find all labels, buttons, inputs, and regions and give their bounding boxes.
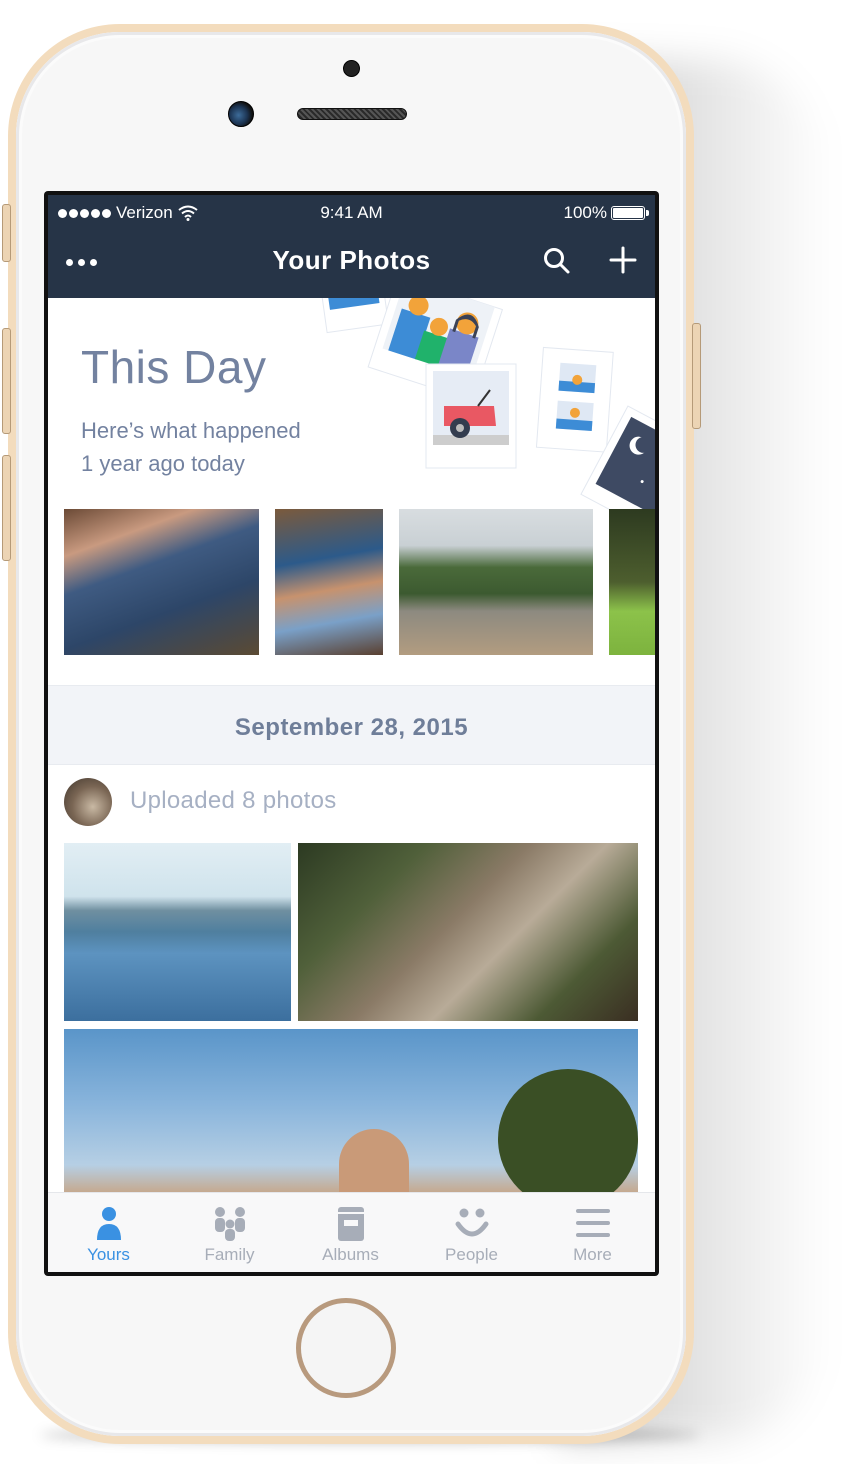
this-day-title: This Day — [81, 341, 267, 393]
thumbnail-photo[interactable] — [399, 509, 593, 655]
smile-icon — [455, 1208, 488, 1237]
subtitle-line-2: 1 year ago today — [81, 451, 245, 476]
polaroids-illustration — [319, 298, 655, 518]
home-button[interactable] — [296, 1298, 396, 1398]
tab-label: Family — [204, 1245, 255, 1264]
dome-shape — [339, 1129, 409, 1199]
tab-label: More — [573, 1245, 612, 1264]
tab-people[interactable]: People — [411, 1193, 532, 1272]
thumbnail-photo[interactable] — [609, 509, 655, 655]
feed-photo[interactable] — [298, 843, 638, 1021]
nav-bar: Your Photos — [48, 239, 655, 287]
menu-icon — [575, 1209, 610, 1237]
battery-icon — [611, 206, 649, 220]
upload-summary-text: Uploaded 8 photos — [130, 787, 337, 814]
tab-label: People — [445, 1245, 498, 1264]
subtitle-line-1: Here’s what happened — [81, 418, 301, 443]
search-icon[interactable] — [542, 246, 572, 276]
tab-label: Albums — [322, 1245, 379, 1264]
date-header-text: September 28, 2015 — [234, 714, 469, 741]
thumbnail-photo[interactable] — [64, 509, 259, 655]
volume-up-button — [2, 328, 11, 434]
this-day-card[interactable]: This Day Here’s what happened 1 year ago… — [48, 298, 655, 688]
feed-photo[interactable] — [64, 1029, 638, 1199]
tab-yours[interactable]: Yours — [48, 1193, 169, 1272]
mute-switch — [2, 204, 11, 262]
front-camera-icon — [228, 101, 254, 127]
proximity-sensor — [343, 60, 360, 77]
status-bar: Verizon 9:41 AM 100% — [48, 203, 655, 225]
this-day-thumbnails — [64, 509, 655, 655]
date-header: September 28, 2015 — [48, 685, 655, 765]
battery-percent: 100% — [563, 203, 607, 222]
this-day-subtitle: Here’s what happened 1 year ago today — [81, 414, 301, 480]
feed-photo[interactable] — [64, 843, 291, 1021]
thumbnail-photo[interactable] — [275, 509, 383, 655]
power-button — [692, 323, 701, 429]
family-icon — [214, 1207, 245, 1241]
top-bar: Verizon 9:41 AM 100% Your Photos — [48, 195, 655, 298]
tab-label: Yours — [87, 1245, 130, 1264]
album-icon — [337, 1207, 364, 1241]
person-icon — [96, 1207, 121, 1240]
avatar[interactable] — [64, 778, 112, 826]
tab-family[interactable]: Family — [169, 1193, 290, 1272]
tab-bar: Yours Family Albums People More — [48, 1192, 655, 1272]
tab-more[interactable]: More — [532, 1193, 653, 1272]
upload-summary: Uploaded 8 photos — [48, 765, 655, 841]
earpiece-speaker — [297, 108, 407, 120]
app-screen: Verizon 9:41 AM 100% Your Photos This Da… — [48, 195, 655, 1272]
tab-albums[interactable]: Albums — [290, 1193, 411, 1272]
tree-shape — [498, 1069, 638, 1199]
plus-icon[interactable] — [608, 245, 638, 275]
volume-down-button — [2, 455, 11, 561]
